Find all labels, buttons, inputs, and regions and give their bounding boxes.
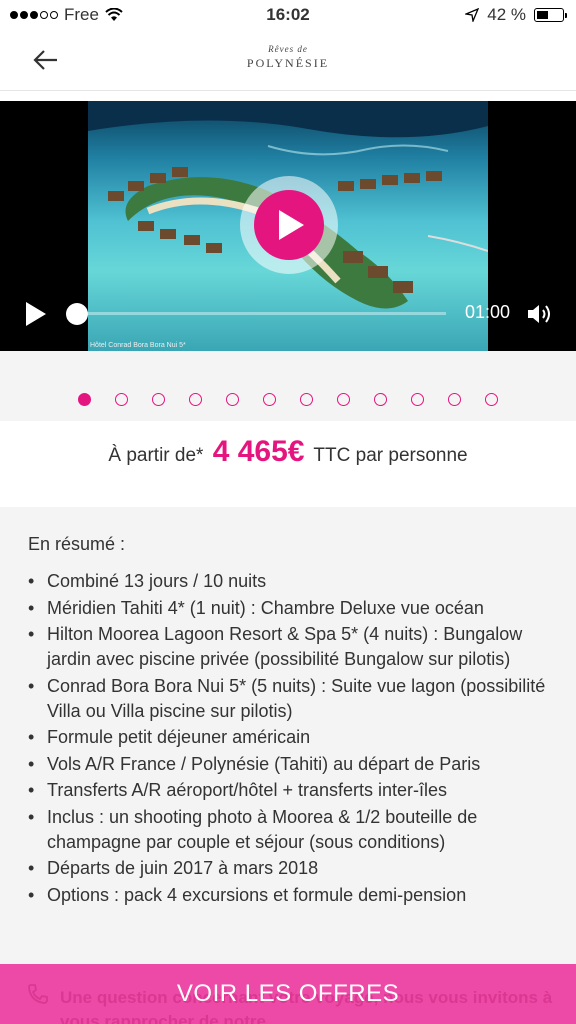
brand-logo: Rêves de POLYNÉSIE <box>0 44 576 71</box>
carousel-dot[interactable] <box>485 393 498 406</box>
price-block: À partir de* 4 465€ TTC par personne <box>0 421 576 507</box>
video-time: 01:00 <box>464 302 510 322</box>
status-bar: Free 16:02 42 % <box>0 0 576 32</box>
video-progress-handle[interactable] <box>66 303 88 325</box>
list-item: Formule petit déjeuner américain <box>28 725 553 750</box>
list-item: Départs de juin 2017 à mars 2018 <box>28 856 553 881</box>
carousel-dot[interactable] <box>300 393 313 406</box>
list-item: Vols A/R France / Polynésie (Tahiti) au … <box>28 752 553 777</box>
video-caption: Hôtel Conrad Bora Bora Nui 5* <box>90 342 186 349</box>
see-offers-label: VOIR LES OFFRES <box>176 980 400 1007</box>
battery-percent: 42 % <box>487 5 526 24</box>
carousel-dot[interactable] <box>374 393 387 406</box>
summary-title: En résumé : <box>28 534 126 554</box>
video-progress-track[interactable] <box>76 312 446 315</box>
list-item: Transferts A/R aéroport/hôtel + transfer… <box>28 778 553 803</box>
list-item: Combiné 13 jours / 10 nuits <box>28 569 553 594</box>
carousel-dot[interactable] <box>115 393 128 406</box>
carousel-dot[interactable] <box>78 393 91 406</box>
list-item: Hilton Moorea Lagoon Resort & Spa 5* (4 … <box>28 622 553 672</box>
volume-icon[interactable] <box>526 302 554 326</box>
list-item: Inclus : un shooting photo à Moorea & 1/… <box>28 805 553 855</box>
app-header: Rêves de POLYNÉSIE <box>0 32 576 91</box>
carousel-dot[interactable] <box>448 393 461 406</box>
summary-section: En résumé : Combiné 13 jours / 10 nuits … <box>0 507 576 967</box>
see-offers-button[interactable]: Une question concernant votre voyage, no… <box>0 964 576 1024</box>
logo-line-1: Rêves de <box>268 44 308 54</box>
video-player[interactable]: Hôtel Conrad Bora Bora Nui 5* 01:00 <box>0 101 576 351</box>
price-suffix: TTC par personne <box>313 445 468 466</box>
carousel-dot[interactable] <box>152 393 165 406</box>
carousel-pager <box>0 351 576 421</box>
location-arrow-icon <box>465 8 480 22</box>
list-item: Méridien Tahiti 4* (1 nuit) : Chambre De… <box>28 596 553 621</box>
play-icon[interactable] <box>24 301 48 327</box>
carousel-dot[interactable] <box>411 393 424 406</box>
play-icon <box>279 210 304 240</box>
video-controls: 01:00 <box>0 299 576 329</box>
big-play-button[interactable] <box>240 176 338 274</box>
carousel-dot[interactable] <box>189 393 202 406</box>
price-amount: 4 465€ <box>212 435 305 468</box>
logo-line-2: POLYNÉSIE <box>246 56 330 70</box>
list-item: Options : pack 4 excursions et formule d… <box>28 883 553 908</box>
battery-icon <box>534 8 567 22</box>
carousel-dot[interactable] <box>337 393 350 406</box>
carousel-dot[interactable] <box>226 393 239 406</box>
summary-list: Combiné 13 jours / 10 nuits Méridien Tah… <box>28 569 553 909</box>
list-item: Conrad Bora Bora Nui 5* (5 nuits) : Suit… <box>28 674 553 724</box>
price-prefix: À partir de* <box>108 445 204 466</box>
carousel-dot[interactable] <box>263 393 276 406</box>
